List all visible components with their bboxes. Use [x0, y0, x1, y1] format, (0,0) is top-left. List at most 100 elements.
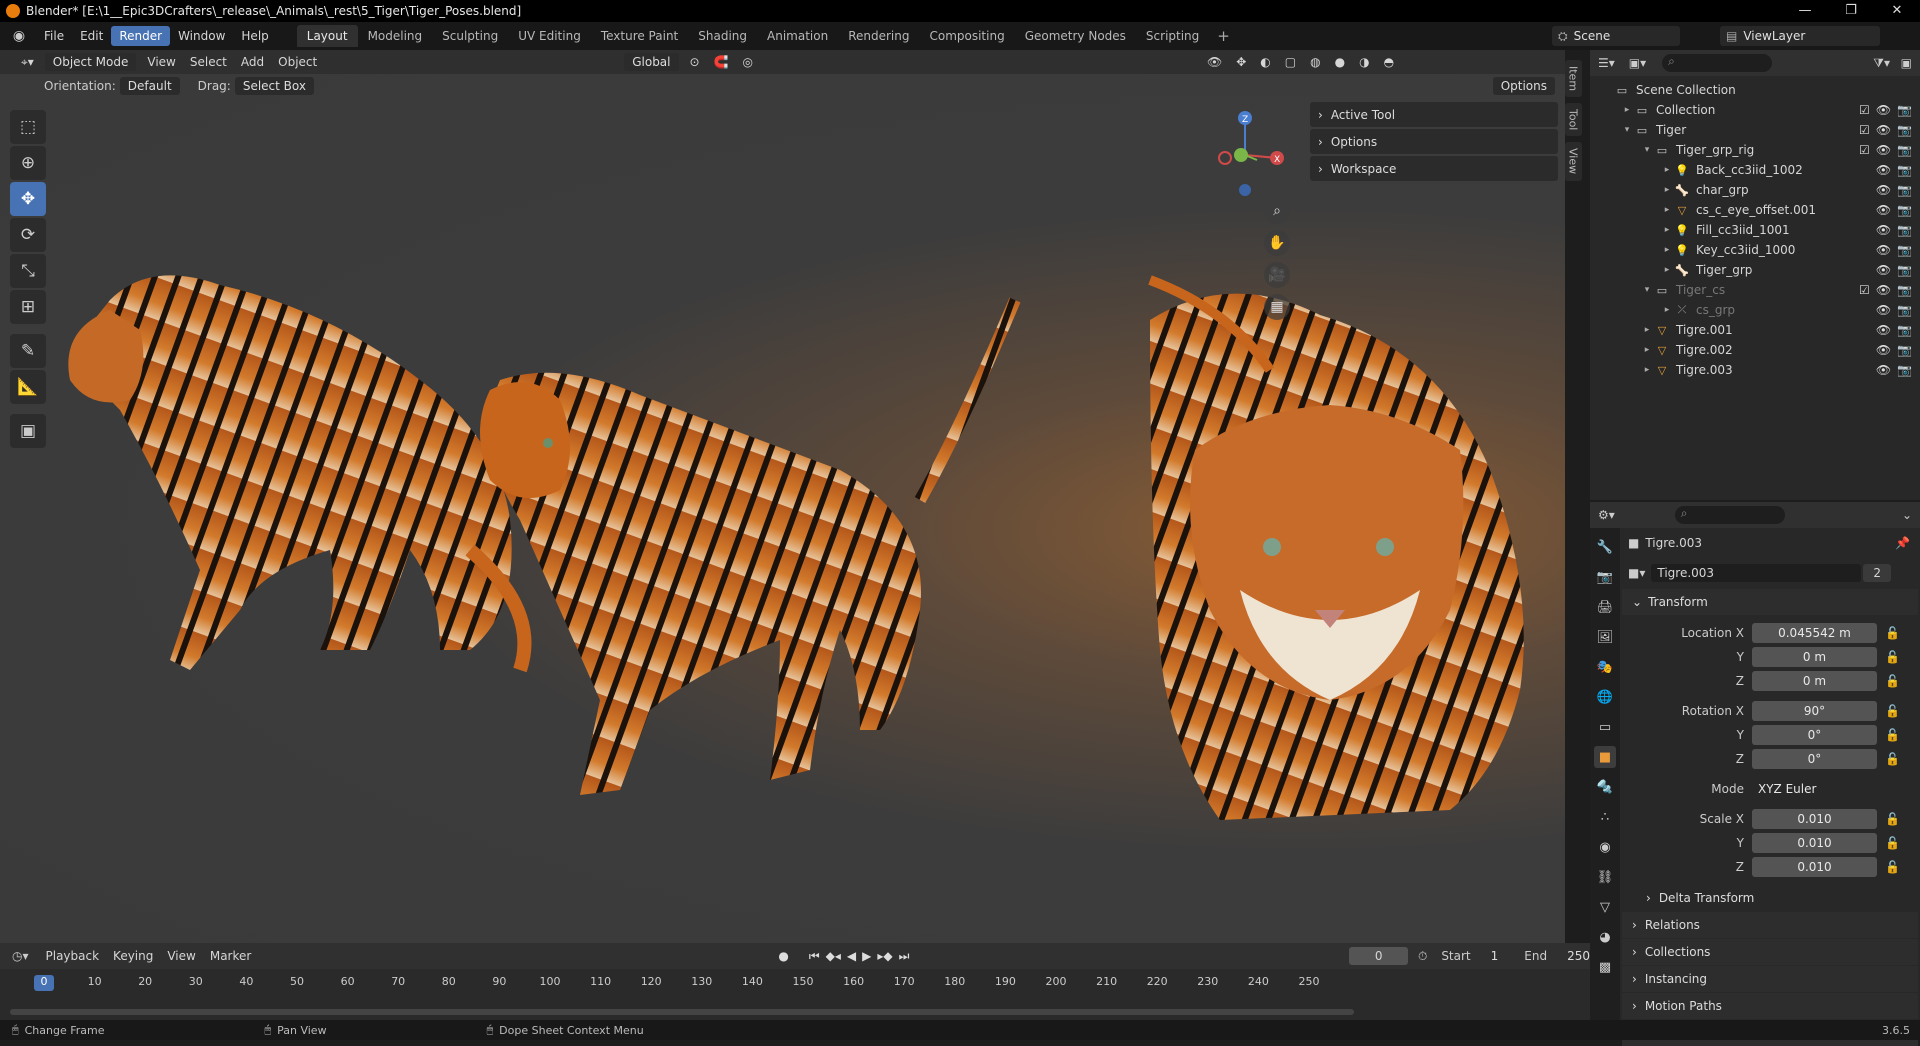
outliner-row[interactable]: ▸ 🦴 Tiger_grp 👁 📷 [1590, 260, 1920, 280]
lock-icon[interactable]: 🔓 [1885, 626, 1900, 640]
workspace-tab-texture-paint[interactable]: Texture Paint [591, 25, 688, 47]
properties-options-icon[interactable]: ⌄ [1902, 508, 1912, 522]
expand-icon[interactable]: ▾ [1640, 145, 1654, 155]
location-z-field[interactable]: 0 m [1752, 671, 1877, 691]
overlay-toggle-icon[interactable]: ◐ [1253, 53, 1277, 71]
scale-z-field[interactable]: 0.010 [1752, 857, 1877, 877]
scale-tool-icon[interactable]: ⤡ [10, 254, 46, 288]
outliner-editor-icon[interactable]: ☰▾ [1598, 56, 1615, 70]
tiger-model-1[interactable] [68, 275, 532, 673]
orientation-dropdown[interactable]: Default [119, 77, 180, 95]
data-tab-icon[interactable]: ▽ [1594, 896, 1616, 918]
eye-icon[interactable]: 👁 [1876, 223, 1891, 237]
checkbox-icon[interactable]: ☑ [1859, 103, 1870, 117]
eye-icon[interactable]: 👁 [1876, 343, 1891, 357]
outliner-row[interactable]: ▸ ▽ Tigre.003 👁 📷 [1590, 360, 1920, 380]
workspace-tab-rendering[interactable]: Rendering [838, 25, 919, 47]
rotation-y-field[interactable]: 0° [1752, 725, 1877, 745]
sidebar-tab-view[interactable]: View [1564, 142, 1582, 181]
render-camera-icon[interactable]: 📷 [1897, 343, 1912, 357]
outliner-row[interactable]: ▸ ▽ Tigre.001 👁 📷 [1590, 320, 1920, 340]
properties-search-input[interactable]: ⌕ [1674, 506, 1785, 524]
prev-keyframe-icon[interactable]: ◆◂ [826, 949, 841, 963]
expand-icon[interactable]: ▾ [1620, 125, 1634, 135]
render-camera-icon[interactable]: 📷 [1897, 143, 1912, 157]
pin-icon[interactable]: 📌 [1895, 536, 1910, 550]
workspace-tab-scripting[interactable]: Scripting [1136, 25, 1209, 47]
section-relations[interactable]: › Relations [1622, 912, 1918, 938]
tool-tab-icon[interactable]: 🔧 [1594, 536, 1616, 558]
viewport-menu-view[interactable]: View [140, 53, 182, 71]
jump-start-icon[interactable]: ⏮ [809, 949, 820, 964]
menu-help[interactable]: Help [233, 26, 276, 46]
render-camera-icon[interactable]: 📷 [1897, 223, 1912, 237]
collection-tab-icon[interactable]: ▭ [1594, 716, 1616, 738]
expand-icon[interactable]: ▸ [1660, 205, 1674, 215]
outliner-row[interactable]: ▾ ▭ Tiger_grp_rig ☑ 👁 📷 [1590, 140, 1920, 160]
expand-icon[interactable]: ▸ [1660, 245, 1674, 255]
render-camera-icon[interactable]: 📷 [1897, 103, 1912, 117]
tiger-model-3[interactable] [1148, 275, 1524, 820]
outliner-row[interactable]: ▸ 💡 Key_cc3iid_1000 👁 📷 [1590, 240, 1920, 260]
rendered-shading-icon[interactable]: ◓ [1377, 53, 1401, 71]
minimize-button[interactable]: — [1782, 0, 1828, 22]
lock-icon[interactable]: 🔓 [1885, 650, 1900, 664]
playhead[interactable]: 0 [34, 975, 54, 991]
maximize-button[interactable]: ❐ [1828, 0, 1874, 22]
pivot-icon[interactable]: ⊙ [683, 53, 707, 71]
render-camera-icon[interactable]: 📷 [1897, 263, 1912, 277]
eye-icon[interactable]: 👁 [1876, 123, 1891, 137]
proportional-edit-icon[interactable]: ◎ [736, 53, 760, 71]
workspace-tab-geometry-nodes[interactable]: Geometry Nodes [1015, 25, 1136, 47]
workspace-tab-shading[interactable]: Shading [688, 25, 757, 47]
eye-icon[interactable]: 👁 [1876, 263, 1891, 277]
timeline-menu-view[interactable]: View [160, 947, 202, 965]
lock-icon[interactable]: 🔓 [1885, 728, 1900, 742]
play-reverse-icon[interactable]: ◀ [847, 949, 856, 963]
npanel-workspace[interactable]: › Workspace [1310, 156, 1558, 181]
start-field[interactable]: 1 [1491, 949, 1499, 963]
select-box-tool-icon[interactable]: ⬚ [10, 110, 46, 144]
snap-icon[interactable]: 🧲 [707, 53, 736, 71]
outliner-search-input[interactable]: ⌕ [1662, 54, 1773, 72]
menu-file[interactable]: File [36, 26, 72, 46]
render-tab-icon[interactable]: 📷 [1594, 566, 1616, 588]
properties-editor-icon[interactable]: ⚙▾ [1598, 508, 1615, 522]
editor-type-icon[interactable]: ⌖▾ [14, 53, 41, 72]
particles-tab-icon[interactable]: ∴ [1594, 806, 1616, 828]
expand-icon[interactable]: ▸ [1640, 345, 1654, 355]
checkbox-icon[interactable]: ☑ [1859, 283, 1870, 297]
render-camera-icon[interactable]: 📷 [1897, 203, 1912, 217]
physics-tab-icon[interactable]: ◉ [1594, 836, 1616, 858]
record-icon[interactable]: ● [778, 949, 788, 963]
navigation-gizmo[interactable]: Z X [1205, 110, 1295, 200]
eye-icon[interactable]: 👁 [1876, 363, 1891, 377]
outliner-row[interactable]: ▸ ▽ Tigre.002 👁 📷 [1590, 340, 1920, 360]
outliner-row[interactable]: ▸ ▽ cs_c_eye_offset.001 👁 📷 [1590, 200, 1920, 220]
object-tab-icon[interactable]: ■ [1594, 746, 1616, 768]
expand-icon[interactable]: ▾ [1640, 285, 1654, 295]
3d-viewport[interactable]: ⌖▾ Object Mode View Select Add Object Globa… [0, 50, 1565, 943]
sidebar-tab-tool[interactable]: Tool [1564, 103, 1582, 137]
annotate-tool-icon[interactable]: ✎ [10, 334, 46, 368]
user-count[interactable]: 2 [1863, 564, 1892, 582]
eye-icon[interactable]: 👁 [1876, 303, 1891, 317]
blender-menu-icon[interactable]: ◉ [8, 25, 30, 47]
npanel-active-tool[interactable]: › Active Tool [1310, 102, 1558, 127]
outliner-row[interactable]: ▸ ⤫ cs_grp 👁 📷 [1590, 300, 1920, 320]
outliner-row[interactable]: ▾ ▭ Tiger_cs ☑ 👁 📷 [1590, 280, 1920, 300]
options-dropdown[interactable]: Options [1492, 77, 1555, 95]
outliner-row[interactable]: ▭ Scene Collection [1590, 80, 1920, 100]
rotation-z-field[interactable]: 0° [1752, 749, 1877, 769]
display-mode-icon[interactable]: ▣▾ [1629, 56, 1646, 70]
xray-icon[interactable]: ▢ [1278, 53, 1303, 71]
viewport-menu-add[interactable]: Add [234, 53, 271, 71]
location-x-field[interactable]: 0.045542 m [1752, 623, 1877, 643]
scale-x-field[interactable]: 0.010 [1752, 809, 1877, 829]
tiger-model-2[interactable] [480, 297, 1021, 795]
material-shading-icon[interactable]: ◑ [1352, 53, 1376, 71]
lock-icon[interactable]: 🔓 [1885, 674, 1900, 688]
render-camera-icon[interactable]: 📷 [1897, 303, 1912, 317]
expand-icon[interactable]: ▸ [1620, 105, 1634, 115]
workspace-tab-uv-editing[interactable]: UV Editing [508, 25, 591, 47]
